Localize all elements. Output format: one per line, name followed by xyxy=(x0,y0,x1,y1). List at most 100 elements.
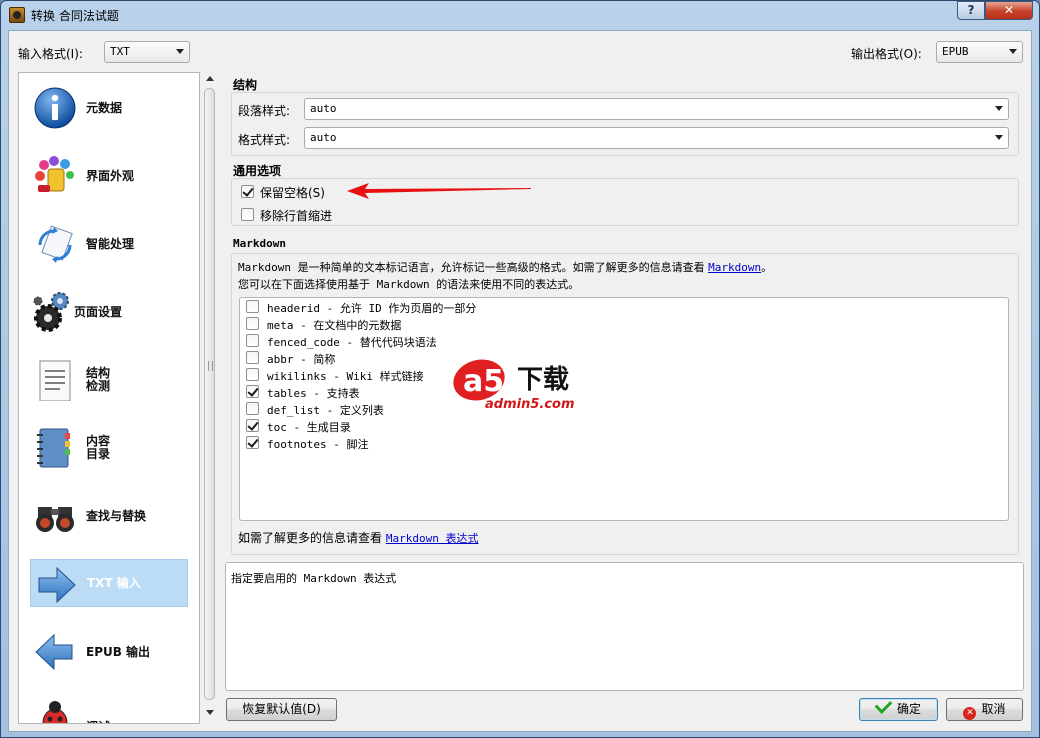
cancel-label: 取消 xyxy=(981,702,1006,716)
scroll-up-icon[interactable] xyxy=(206,76,214,81)
extension-checkbox[interactable] xyxy=(246,402,259,415)
cancel-icon: ✕ xyxy=(963,707,977,720)
output-format-select[interactable]: EPUB xyxy=(936,41,1023,63)
chevron-down-icon xyxy=(995,135,1003,140)
sidebar-item-epub-output[interactable]: EPUB 输出 xyxy=(30,627,188,675)
format-style-value: auto xyxy=(310,131,337,144)
more-info-text: 如需了解更多的信息请查看 xyxy=(238,531,383,545)
output-format-value: EPUB xyxy=(942,45,969,58)
preserve-spaces-checkbox[interactable] xyxy=(241,185,254,198)
format-style-label: 格式样式: xyxy=(238,133,291,147)
remove-indent-label: 移除行首缩进 xyxy=(260,209,333,223)
markdown-extensions-list[interactable]: headerid - 允许 ID 作为页眉的一部分 meta - 在文档中的元数… xyxy=(239,297,1009,521)
help-text-box: 指定要启用的 Markdown 表达式 xyxy=(225,562,1024,691)
extension-checkbox[interactable] xyxy=(246,385,259,398)
a5-watermark-logo: a5 下载 admin5.com xyxy=(449,350,599,420)
sidebar-item-label: 页面设置 xyxy=(74,305,123,319)
paint-icon xyxy=(35,156,74,192)
extension-checkbox[interactable] xyxy=(246,334,259,347)
sidebar-item-label: 智能处理 xyxy=(86,237,135,251)
logo-text-download: 下载 xyxy=(517,365,569,395)
checkmark-icon xyxy=(874,696,893,714)
extension-label: tables - 支持表 xyxy=(267,387,360,400)
arrow-right-icon xyxy=(38,566,76,604)
preserve-spaces-label: 保留空格(S) xyxy=(260,186,325,200)
dialog-client: 输入格式(I): TXT 输出格式(O): EPUB 元数据 界面外观 智能处理… xyxy=(8,30,1032,732)
help-button[interactable]: ? xyxy=(957,1,985,20)
extension-label: def_list - 定义列表 xyxy=(267,404,384,417)
app-icon xyxy=(9,7,25,23)
cancel-button[interactable]: ✕ 取消 xyxy=(946,698,1023,721)
sidebar-item-debug[interactable]: 调试 xyxy=(30,695,188,723)
extension-checkbox[interactable] xyxy=(246,351,259,364)
markdown-description-text: Markdown 是一种简单的文本标记语言，允许标记一些高级的格式。如需了解更多… xyxy=(238,261,705,274)
logo-text-a5: a5 xyxy=(463,364,504,399)
sidebar-item-label-line2: 检测 xyxy=(86,379,111,393)
markdown-expressions-link[interactable]: Markdown 表达式 xyxy=(386,532,479,545)
sidebar: 元数据 界面外观 智能处理 页面设置 结构 检测 内容 目录 查找与替换 TXT… xyxy=(18,72,200,724)
sidebar-item-label: 查找与替换 xyxy=(86,509,147,523)
a5-logo-icon: a5 下载 admin5.com xyxy=(453,359,575,412)
extension-checkbox[interactable] xyxy=(246,317,259,330)
sidebar-item-look-feel[interactable]: 界面外观 xyxy=(30,151,188,199)
ok-button[interactable]: 确定 xyxy=(859,696,938,721)
extension-checkbox[interactable] xyxy=(246,368,259,381)
bug-icon xyxy=(42,701,68,723)
splitter-handle[interactable] xyxy=(208,361,213,371)
markdown-link[interactable]: Markdown xyxy=(708,261,761,274)
extension-checkbox[interactable] xyxy=(246,419,259,432)
sidebar-item-label-line2: 目录 xyxy=(86,447,111,461)
sidebar-scrollbar[interactable] xyxy=(203,72,217,722)
restore-defaults-button[interactable]: 恢复默认值(D) xyxy=(226,698,337,721)
binoculars-icon xyxy=(36,507,74,532)
sidebar-item-txt-input[interactable]: TXT 输入 xyxy=(30,559,188,607)
input-format-label: 输入格式(I): xyxy=(18,47,83,61)
remove-indent-checkbox[interactable] xyxy=(241,208,254,221)
sidebar-item-label: TXT 输入 xyxy=(87,576,141,590)
annotation-arrow-icon xyxy=(347,183,531,199)
sidebar-item-label: 元数据 xyxy=(86,101,123,115)
sidebar-item-heuristics[interactable]: 智能处理 xyxy=(30,219,188,267)
structure-section-title: 结构 xyxy=(233,78,258,92)
wand-icon xyxy=(38,225,73,263)
markdown-section-title: Markdown xyxy=(233,237,286,250)
extension-label: wikilinks - Wiki 样式链接 xyxy=(267,370,424,383)
scrollbar-thumb[interactable] xyxy=(204,88,215,700)
document-icon xyxy=(39,360,71,401)
extension-label: footnotes - 脚注 xyxy=(267,438,369,451)
paragraph-style-select[interactable]: auto xyxy=(304,98,1009,120)
sidebar-item-label: 界面外观 xyxy=(86,169,135,183)
sidebar-item-toc[interactable]: 内容 目录 xyxy=(30,423,188,471)
extension-checkbox[interactable] xyxy=(246,300,259,313)
title-bar: 转换 合同法试题 ? ✕ xyxy=(1,1,1039,29)
info-icon xyxy=(34,87,76,129)
chevron-down-icon xyxy=(176,49,184,54)
ok-label: 确定 xyxy=(896,702,921,716)
input-format-select[interactable]: TXT xyxy=(104,41,190,63)
arrow-left-icon xyxy=(35,633,73,671)
sidebar-item-page-setup[interactable]: 页面设置 xyxy=(30,287,188,335)
gears-icon xyxy=(33,292,69,332)
sidebar-item-search-replace[interactable]: 查找与替换 xyxy=(30,491,188,539)
scroll-down-icon[interactable] xyxy=(206,710,214,715)
help-text: 指定要启用的 Markdown 表达式 xyxy=(231,572,397,585)
common-options-title: 通用选项 xyxy=(233,164,282,178)
window-title: 转换 合同法试题 xyxy=(31,9,119,23)
close-button[interactable]: ✕ xyxy=(985,1,1033,20)
extension-label: fenced_code - 替代代码块语法 xyxy=(267,336,437,349)
extension-label: meta - 在文档中的元数据 xyxy=(267,319,402,332)
markdown-description-suffix: 。 xyxy=(761,261,773,274)
extension-label: headerid - 允许 ID 作为页眉的一部分 xyxy=(267,302,477,315)
output-format-label: 输出格式(O): xyxy=(851,47,922,61)
chevron-down-icon xyxy=(1009,49,1017,54)
paragraph-style-label: 段落样式: xyxy=(238,104,291,118)
sidebar-item-label: EPUB 输出 xyxy=(86,645,151,659)
extension-checkbox[interactable] xyxy=(246,436,259,449)
chevron-down-icon xyxy=(995,106,1003,111)
markdown-description-line2: 您可以在下面选择使用基于 Markdown 的语法来使用不同的表达式。 xyxy=(238,278,580,291)
sidebar-item-structure[interactable]: 结构 检测 xyxy=(30,355,188,403)
sidebar-item-metadata[interactable]: 元数据 xyxy=(30,83,188,131)
format-style-select[interactable]: auto xyxy=(304,127,1009,149)
extension-label: abbr - 简称 xyxy=(267,353,336,366)
input-format-value: TXT xyxy=(110,45,130,58)
